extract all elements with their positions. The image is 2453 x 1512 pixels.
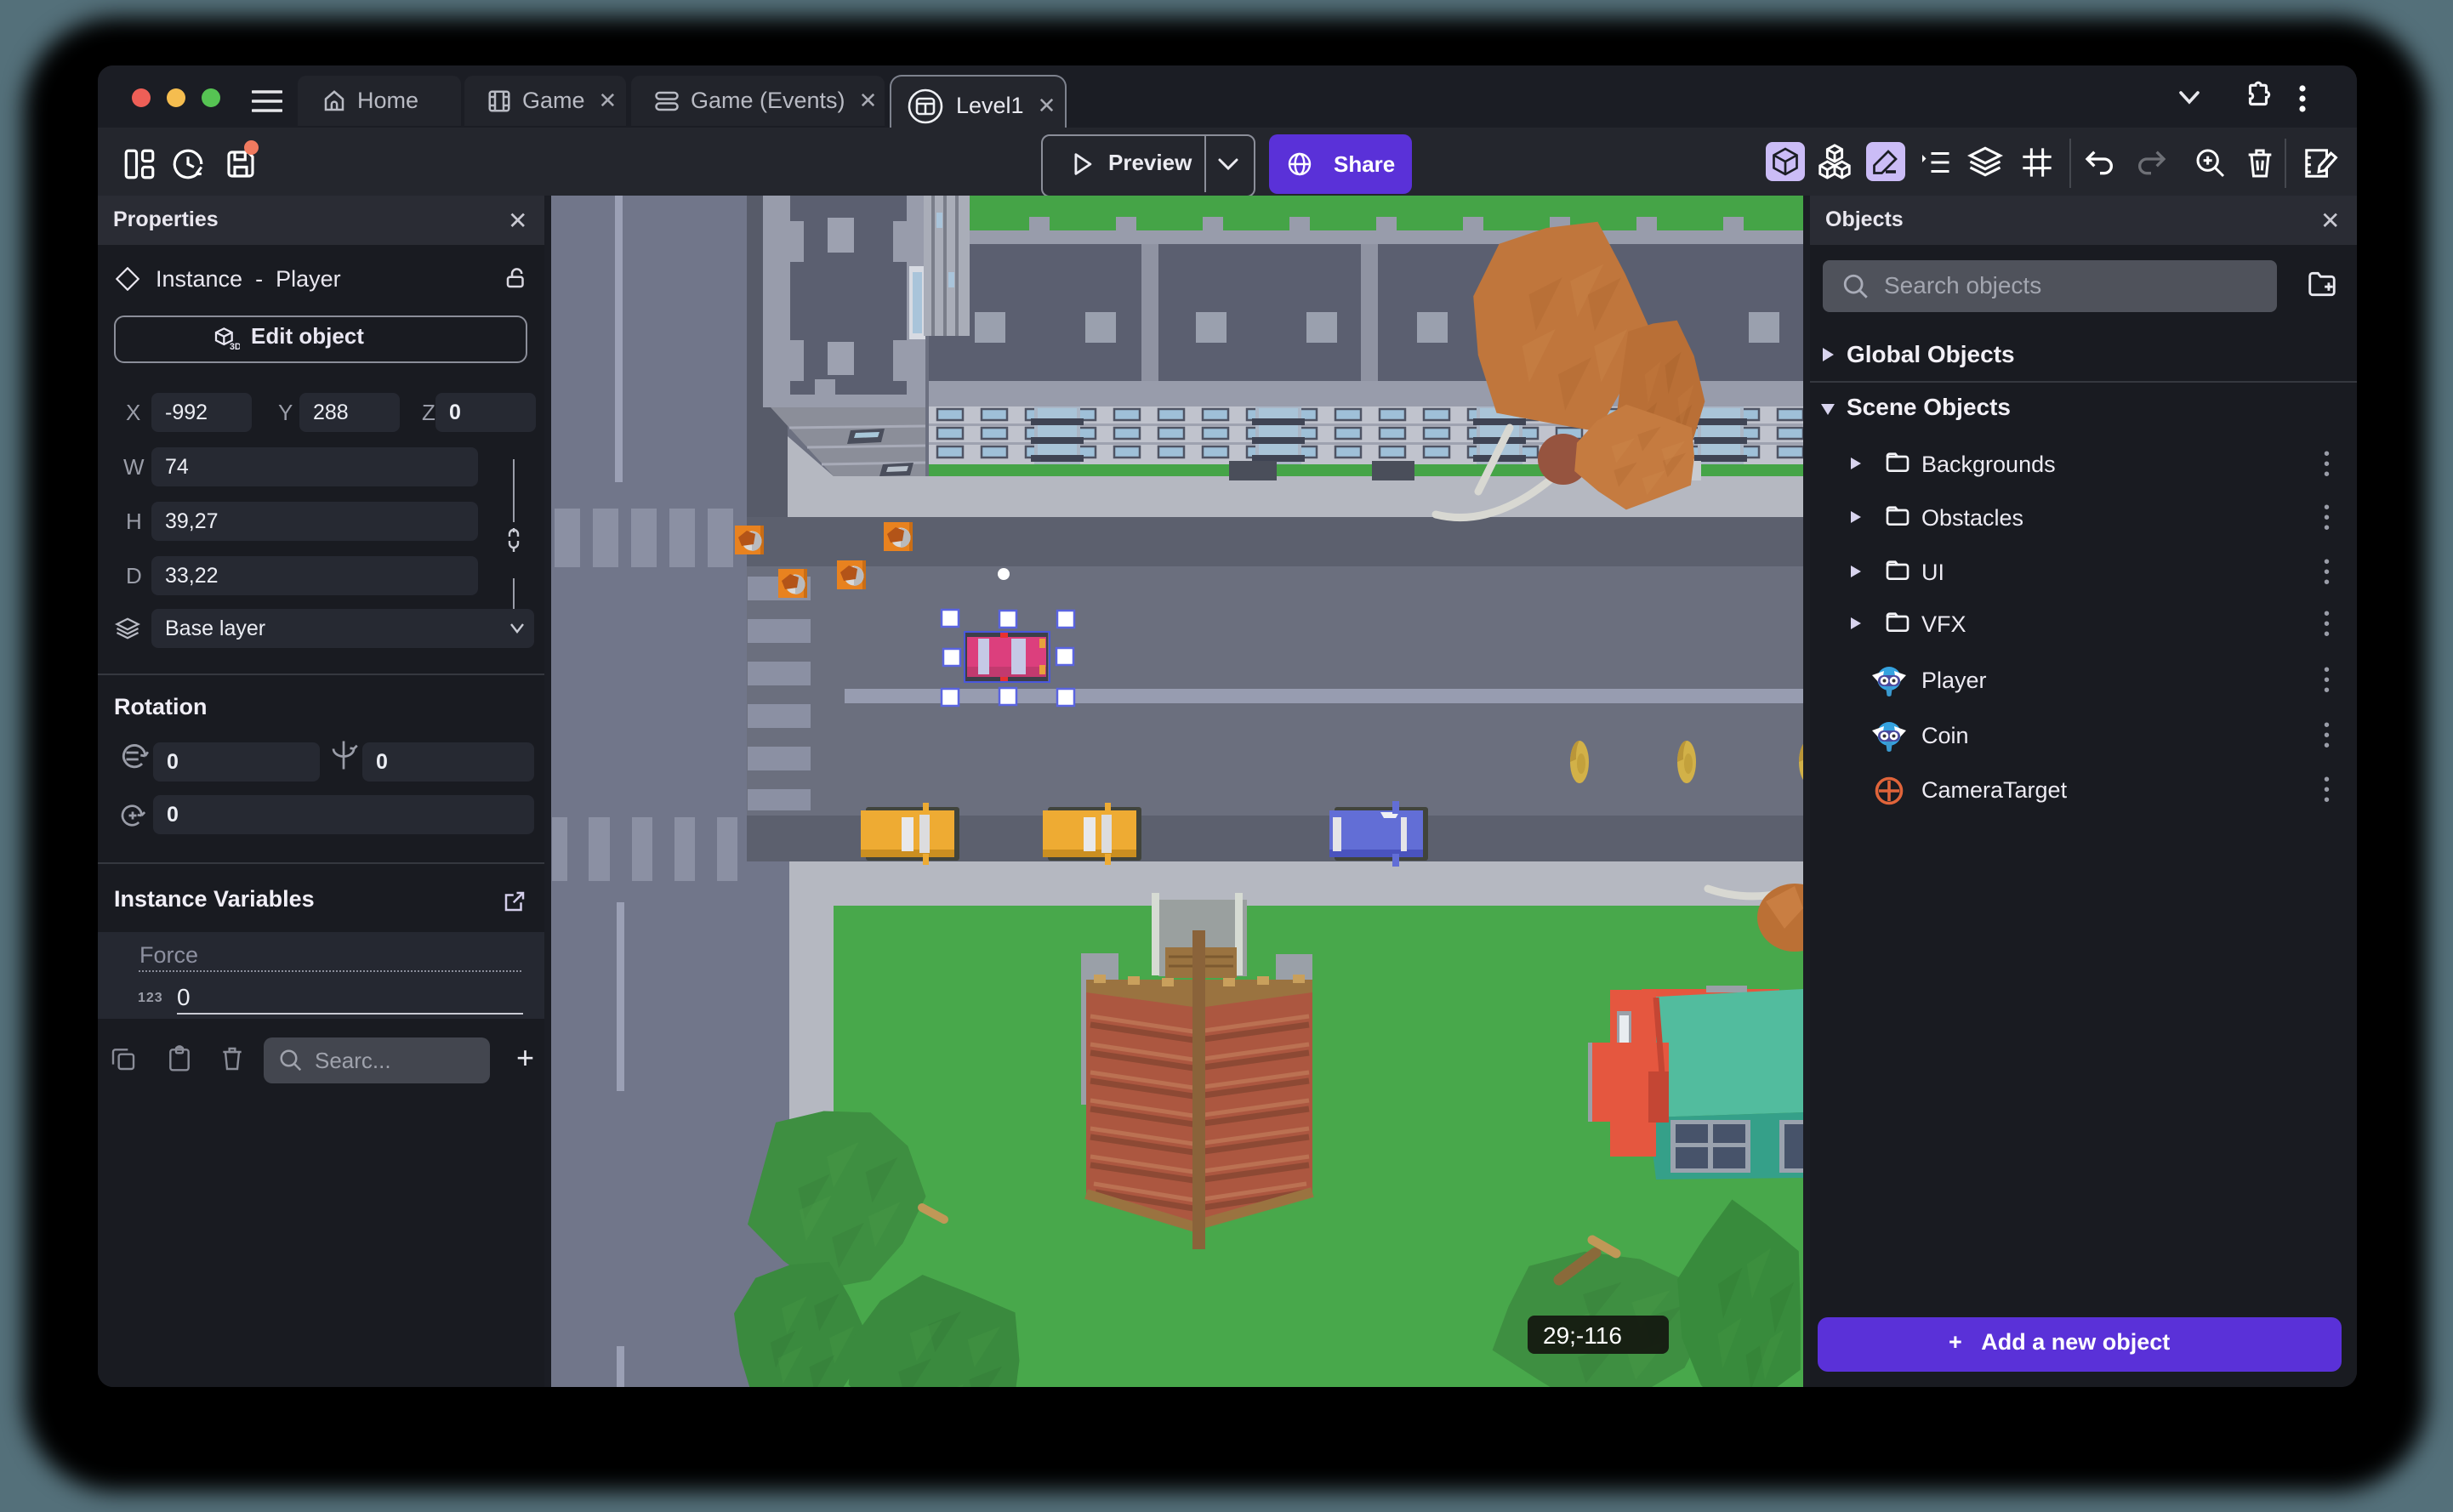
svg-text:29;-116: 29;-116 <box>1543 1322 1622 1349</box>
svg-text:3D: 3D <box>230 342 240 352</box>
